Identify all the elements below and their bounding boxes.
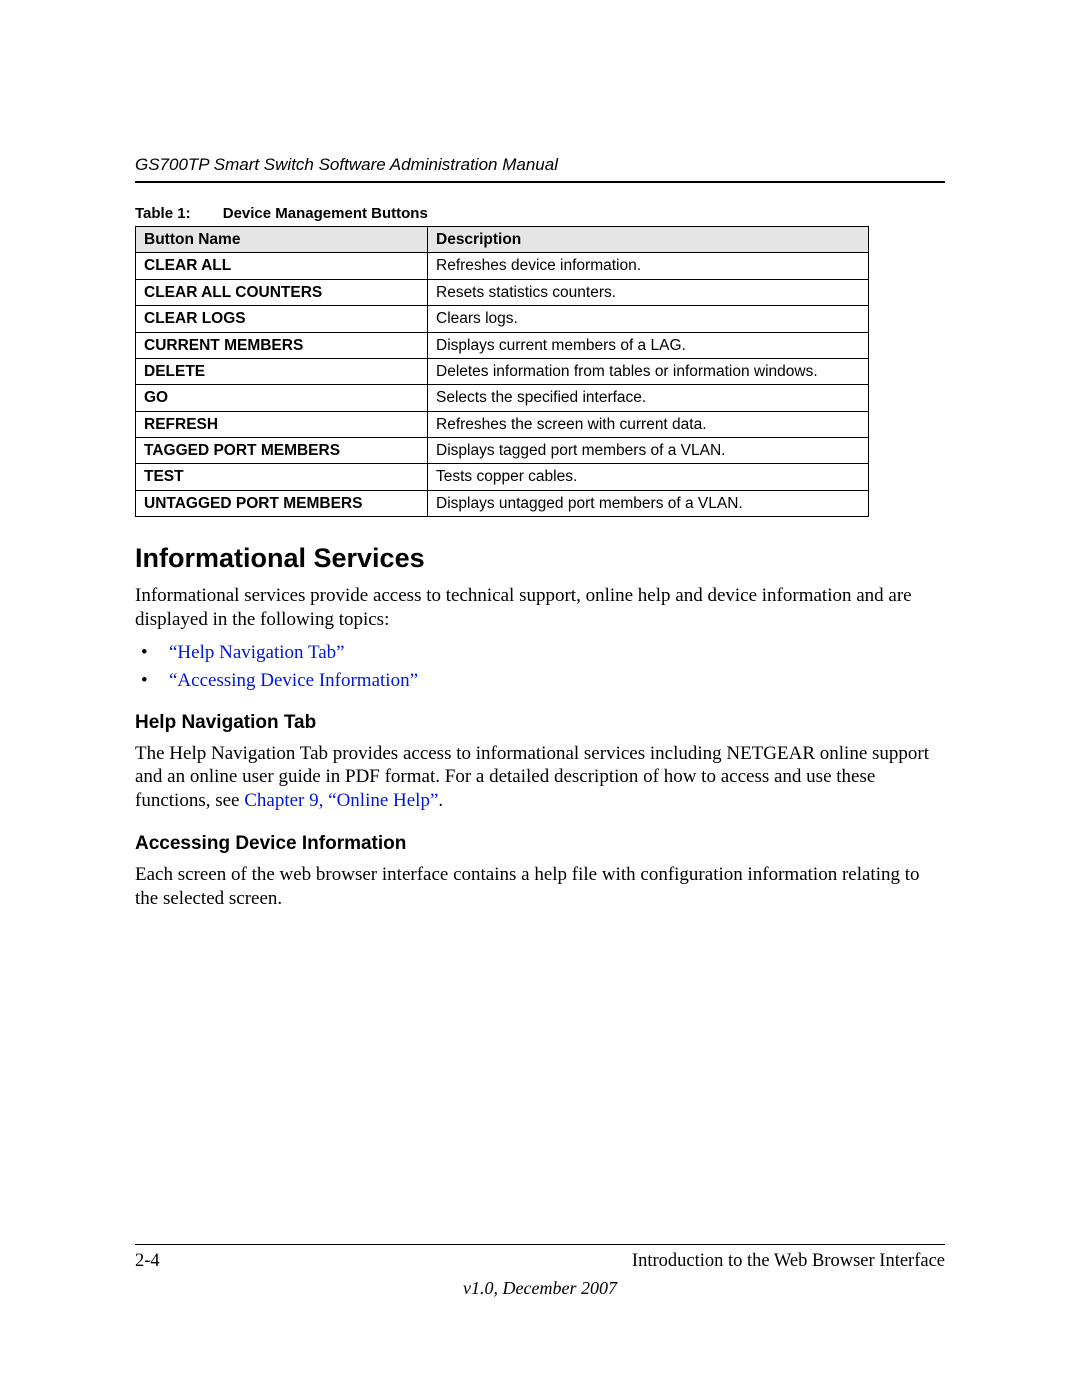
button-name-cell: CLEAR ALL COUNTERS xyxy=(136,279,428,305)
button-name-cell: GO xyxy=(136,385,428,411)
table-row: TEST Tests copper cables. xyxy=(136,464,869,490)
footer-rule xyxy=(135,1244,945,1245)
button-desc-cell: Refreshes the screen with current data. xyxy=(428,411,869,437)
button-name-cell: DELETE xyxy=(136,358,428,384)
subsection-heading-help-navigation-tab: Help Navigation Tab xyxy=(135,712,945,734)
footer-version: v1.0, December 2007 xyxy=(135,1278,945,1299)
page: GS700TP Smart Switch Software Administra… xyxy=(0,0,1080,1397)
button-name-cell: CLEAR LOGS xyxy=(136,306,428,332)
button-desc-cell: Selects the specified interface. xyxy=(428,385,869,411)
list-item: “Accessing Device Information” xyxy=(135,670,945,692)
accessing-device-information-body: Each screen of the web browser interface… xyxy=(135,863,945,911)
button-desc-cell: Deletes information from tables or infor… xyxy=(428,358,869,384)
help-navigation-tab-body: The Help Navigation Tab provides access … xyxy=(135,742,945,813)
footer-chapter-title: Introduction to the Web Browser Interfac… xyxy=(632,1251,945,1272)
table-row: TAGGED PORT MEMBERS Displays tagged port… xyxy=(136,438,869,464)
button-desc-cell: Displays tagged port members of a VLAN. xyxy=(428,438,869,464)
link-chapter-9-online-help[interactable]: Chapter 9, “Online Help” xyxy=(244,790,438,811)
header-rule xyxy=(135,181,945,183)
table-row: CLEAR LOGS Clears logs. xyxy=(136,306,869,332)
button-name-cell: CURRENT MEMBERS xyxy=(136,332,428,358)
button-name-cell: TEST xyxy=(136,464,428,490)
button-name-cell: REFRESH xyxy=(136,411,428,437)
table-caption-label: Table 1: xyxy=(135,205,191,222)
section-heading-informational-services: Informational Services xyxy=(135,543,945,574)
body-text-post: . xyxy=(438,790,443,811)
table-caption: Table 1: Device Management Buttons xyxy=(135,205,945,222)
button-desc-cell: Refreshes device information. xyxy=(428,253,869,279)
button-name-cell: CLEAR ALL xyxy=(136,253,428,279)
list-item: “Help Navigation Tab” xyxy=(135,642,945,664)
device-management-buttons-table: Button Name Description CLEAR ALL Refres… xyxy=(135,226,869,517)
table-header-name: Button Name xyxy=(136,227,428,253)
button-name-cell: UNTAGGED PORT MEMBERS xyxy=(136,490,428,516)
table-header-desc: Description xyxy=(428,227,869,253)
section-intro: Informational services provide access to… xyxy=(135,584,945,632)
running-header: GS700TP Smart Switch Software Administra… xyxy=(135,155,945,175)
button-desc-cell: Clears logs. xyxy=(428,306,869,332)
footer-page-number: 2-4 xyxy=(135,1251,160,1272)
table-row: REFRESH Refreshes the screen with curren… xyxy=(136,411,869,437)
button-desc-cell: Displays current members of a LAG. xyxy=(428,332,869,358)
link-help-navigation-tab[interactable]: “Help Navigation Tab” xyxy=(169,642,345,663)
table-row: DELETE Deletes information from tables o… xyxy=(136,358,869,384)
topic-link-list: “Help Navigation Tab” “Accessing Device … xyxy=(135,642,945,692)
button-desc-cell: Tests copper cables. xyxy=(428,464,869,490)
table-row: CURRENT MEMBERS Displays current members… xyxy=(136,332,869,358)
link-accessing-device-information[interactable]: “Accessing Device Information” xyxy=(169,670,418,691)
button-name-cell: TAGGED PORT MEMBERS xyxy=(136,438,428,464)
table-row: UNTAGGED PORT MEMBERS Displays untagged … xyxy=(136,490,869,516)
subsection-heading-accessing-device-information: Accessing Device Information xyxy=(135,833,945,855)
table-row: CLEAR ALL Refreshes device information. xyxy=(136,253,869,279)
table-row: GO Selects the specified interface. xyxy=(136,385,869,411)
button-desc-cell: Displays untagged port members of a VLAN… xyxy=(428,490,869,516)
page-footer: 2-4 Introduction to the Web Browser Inte… xyxy=(135,1244,945,1299)
button-desc-cell: Resets statistics counters. xyxy=(428,279,869,305)
table-row: CLEAR ALL COUNTERS Resets statistics cou… xyxy=(136,279,869,305)
table-caption-title: Device Management Buttons xyxy=(223,205,428,222)
